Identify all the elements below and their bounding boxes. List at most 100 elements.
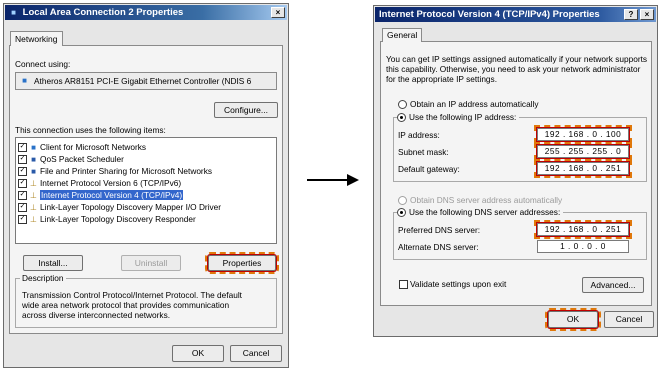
list-item-label: Client for Microsoft Networks bbox=[40, 142, 147, 152]
obtain-dns-auto-label: Obtain DNS server address automatically bbox=[410, 195, 563, 205]
install-button[interactable]: Install... bbox=[23, 255, 83, 271]
dialog-title: Local Area Connection 2 Properties bbox=[22, 7, 184, 18]
adapter-field: ■ Atheros AR8151 PCI-E Gigabit Ethernet … bbox=[15, 72, 277, 90]
close-button[interactable]: × bbox=[640, 9, 654, 20]
description-line: across diverse interconnected networks. bbox=[22, 310, 171, 320]
use-following-dns-option[interactable]: Use the following DNS server addresses: bbox=[397, 207, 564, 218]
items-list: ✓ ■ Client for Microsoft Networks ✓ ■ QoS Pa… bbox=[15, 137, 277, 244]
radio-unselected-icon[interactable] bbox=[398, 100, 407, 110]
default-gateway-field[interactable]: 192 . 168 . 0 . 251 bbox=[534, 159, 632, 178]
ok-button[interactable]: OK bbox=[545, 308, 601, 331]
validate-settings-label: Validate settings upon exit bbox=[410, 279, 507, 289]
intro-line: You can get IP settings assigned automat… bbox=[386, 54, 648, 64]
preferred-dns-label: Preferred DNS server: bbox=[398, 225, 481, 235]
ip-address-field[interactable]: 192 . 168 . 0 . 100 bbox=[534, 125, 632, 144]
obtain-ip-auto-option[interactable]: Obtain an IP address automatically bbox=[398, 99, 539, 110]
checkbox-checked-icon[interactable]: ✓ bbox=[18, 203, 27, 213]
uninstall-button[interactable]: Uninstall bbox=[121, 255, 181, 271]
networking-panel: Connect using: ■ Atheros AR8151 PCI-E Gi… bbox=[9, 45, 283, 334]
obtain-dns-auto-option[interactable]: Obtain DNS server address automatically bbox=[398, 195, 563, 206]
configure-button[interactable]: Configure... bbox=[214, 102, 278, 118]
checkbox-checked-icon[interactable]: ✓ bbox=[18, 143, 27, 153]
adapter-name: Atheros AR8151 PCI-E Gigabit Ethernet Co… bbox=[34, 76, 252, 86]
help-button[interactable]: ? bbox=[624, 9, 638, 20]
list-item[interactable]: ✓ ⊥ Internet Protocol Version 6 (TCP/IPv6) bbox=[18, 178, 181, 189]
obtain-ip-auto-label: Obtain an IP address automatically bbox=[410, 99, 539, 109]
list-item-label: Internet Protocol Version 6 (TCP/IPv6) bbox=[40, 178, 182, 188]
close-icon: × bbox=[275, 8, 281, 17]
ip-address-group: Use the following IP address: IP address… bbox=[393, 112, 647, 182]
cancel-button-label: Cancel bbox=[615, 314, 643, 324]
close-button[interactable]: × bbox=[271, 7, 285, 18]
list-item[interactable]: ✓ ■ QoS Packet Scheduler bbox=[18, 154, 124, 165]
general-panel: You can get IP settings assigned automat… bbox=[380, 41, 652, 306]
ipv4-properties-dialog: Internet Protocol Version 4 (TCP/IPv4) P… bbox=[373, 5, 658, 337]
checkbox-checked-icon[interactable]: ✓ bbox=[18, 215, 27, 225]
advanced-button-label: Advanced... bbox=[590, 280, 636, 290]
radio-unselected-icon[interactable] bbox=[398, 196, 407, 206]
dialog-title-bar: ■ Local Area Connection 2 Properties × bbox=[5, 5, 287, 20]
list-item-label: Link-Layer Topology Discovery Mapper I/O… bbox=[40, 202, 222, 212]
protocol-icon: ⊥ bbox=[30, 215, 37, 225]
connect-using-label: Connect using: bbox=[15, 59, 71, 69]
default-gateway-label: Default gateway: bbox=[398, 164, 460, 174]
help-icon: ? bbox=[628, 10, 634, 19]
alternate-dns-field[interactable]: 1 . 0 . 0 . 0 bbox=[537, 240, 629, 253]
checkbox-checked-icon[interactable]: ✓ bbox=[18, 179, 27, 189]
tab-general-label: General bbox=[387, 30, 418, 40]
close-icon: × bbox=[644, 10, 650, 19]
intro-line: this capability. Otherwise, you need to … bbox=[386, 64, 641, 74]
subnet-mask-field[interactable]: 255 . 255 . 255 . 0 bbox=[534, 142, 632, 161]
list-item-label: Internet Protocol Version 4 (TCP/IPv4) bbox=[40, 190, 184, 200]
cancel-button-label: Cancel bbox=[242, 348, 270, 358]
network-service-icon: ■ bbox=[31, 167, 36, 177]
intro-line: for the appropriate IP settings. bbox=[386, 74, 497, 84]
list-item[interactable]: ✓ ⊥ Link-Layer Topology Discovery Mapper I… bbox=[18, 202, 221, 213]
tab-general[interactable]: General bbox=[382, 28, 423, 42]
list-item-selected[interactable]: ✓ ⊥ Internet Protocol Version 4 (TCP/IPv4) bbox=[18, 190, 184, 201]
preferred-dns-field[interactable]: 192 . 168 . 0 . 251 bbox=[534, 220, 632, 239]
alternate-dns-label: Alternate DNS server: bbox=[398, 242, 479, 252]
checkbox-checked-icon[interactable]: ✓ bbox=[18, 167, 27, 177]
properties-button-label: Properties bbox=[222, 258, 262, 268]
dialog-title-bar: Internet Protocol Version 4 (TCP/IPv4) P… bbox=[375, 7, 656, 22]
protocol-icon: ⊥ bbox=[30, 179, 37, 189]
use-following-ip-label: Use the following IP address: bbox=[409, 112, 517, 122]
protocol-icon: ⊥ bbox=[30, 203, 37, 213]
configure-button-label: Configure... bbox=[224, 105, 268, 115]
ok-button-label: OK bbox=[191, 348, 205, 358]
tab-networking[interactable]: Networking bbox=[10, 31, 63, 46]
list-item[interactable]: ✓ ⊥ Link-Layer Topology Discovery Responde… bbox=[18, 214, 196, 225]
radio-selected-icon[interactable] bbox=[397, 208, 406, 218]
use-following-ip-option[interactable]: Use the following IP address: bbox=[397, 112, 520, 123]
list-item-label: Link-Layer Topology Discovery Responder bbox=[40, 214, 196, 224]
description-line: wide area network protocol that provides… bbox=[22, 300, 230, 310]
ip-address-label: IP address: bbox=[398, 130, 440, 140]
ok-button-label: OK bbox=[566, 314, 580, 324]
ok-button[interactable]: OK bbox=[172, 345, 224, 362]
description-label: Description bbox=[20, 273, 66, 283]
list-item[interactable]: ✓ ■ File and Printer Sharing for Microsoft… bbox=[18, 166, 212, 177]
checkbox-checked-icon[interactable]: ✓ bbox=[18, 191, 27, 201]
validate-settings-option[interactable]: Validate settings upon exit bbox=[399, 279, 507, 290]
advanced-button[interactable]: Advanced... bbox=[582, 277, 644, 293]
radio-selected-icon[interactable] bbox=[397, 113, 406, 123]
protocol-icon: ⊥ bbox=[30, 191, 37, 201]
list-item-label: File and Printer Sharing for Microsoft N… bbox=[40, 166, 212, 176]
install-button-label: Install... bbox=[38, 258, 68, 268]
cancel-button[interactable]: Cancel bbox=[230, 345, 282, 362]
network-client-icon: ■ bbox=[31, 143, 36, 153]
checkbox-unchecked-icon[interactable] bbox=[399, 280, 408, 290]
checkbox-checked-icon[interactable]: ✓ bbox=[18, 155, 27, 165]
description-line: Transmission Control Protocol/Internet P… bbox=[22, 290, 242, 300]
network-service-icon: ■ bbox=[31, 155, 36, 165]
local-area-connection-properties-dialog: ■ Local Area Connection 2 Properties × N… bbox=[3, 3, 289, 368]
cancel-button[interactable]: Cancel bbox=[604, 311, 654, 328]
tab-networking-label: Networking bbox=[15, 34, 58, 44]
list-item[interactable]: ✓ ■ Client for Microsoft Networks bbox=[18, 142, 146, 153]
subnet-mask-label: Subnet mask: bbox=[398, 147, 449, 157]
properties-button[interactable]: Properties bbox=[205, 252, 279, 274]
uninstall-button-label: Uninstall bbox=[134, 258, 168, 268]
items-label: This connection uses the following items… bbox=[15, 125, 166, 135]
list-item-label: QoS Packet Scheduler bbox=[40, 154, 124, 164]
